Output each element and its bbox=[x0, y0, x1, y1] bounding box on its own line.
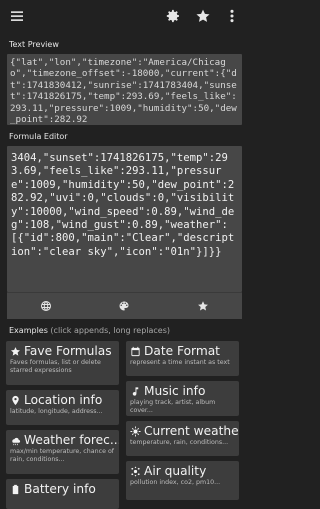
sun-icon bbox=[130, 425, 141, 437]
air-quality-icon bbox=[131, 466, 140, 476]
weather-cloud-icon bbox=[12, 437, 21, 445]
card-title-text: Battery info bbox=[24, 482, 96, 496]
text-preview-box: {"lat","lon","timezone":"America/Chicago… bbox=[7, 54, 242, 125]
formula-editor-toolbar bbox=[7, 292, 242, 319]
text-preview-label: Text Preview bbox=[9, 40, 59, 49]
card-title-text: Music info bbox=[144, 384, 206, 398]
card-description: represent a time instant as text bbox=[130, 359, 230, 366]
location-pin-icon bbox=[12, 395, 19, 405]
example-card-battery-info[interactable]: Battery info bbox=[6, 479, 119, 509]
card-title-text: Date Format bbox=[144, 344, 220, 358]
vertical-dots-icon[interactable] bbox=[223, 7, 241, 25]
card-title: Date Format bbox=[130, 344, 235, 358]
battery-icon bbox=[12, 484, 19, 494]
card-title-text: Fave Formulas bbox=[24, 344, 112, 358]
card-title: Current weather bbox=[130, 424, 239, 438]
card-title: Weather forec... bbox=[10, 433, 119, 447]
example-card-fave-formulas[interactable]: Fave Formulas Faves formulas, list or de… bbox=[6, 341, 119, 385]
example-card-location-info[interactable]: Location info latitude, longitude, addre… bbox=[6, 390, 119, 425]
star-icon bbox=[11, 346, 20, 356]
card-title-text: Air quality bbox=[144, 464, 207, 478]
star-icon[interactable] bbox=[164, 293, 242, 319]
formula-editor-input[interactable]: 3404,"sunset":1741826175,"temp":293.69,"… bbox=[7, 146, 242, 292]
star-icon[interactable] bbox=[194, 7, 212, 25]
card-title-text: Current weather bbox=[144, 424, 239, 438]
card-title: Location info bbox=[10, 393, 115, 407]
card-description: pollution index, co2, pm10... bbox=[130, 479, 221, 486]
example-card-current-weather[interactable]: Current weather temperature, rain, condi… bbox=[126, 421, 239, 456]
card-description: max/min temperature, chance of rain, con… bbox=[10, 448, 115, 463]
palette-icon[interactable] bbox=[85, 293, 163, 319]
card-title: Battery info bbox=[10, 482, 115, 496]
examples-label: Examples (click appends, long replaces) bbox=[9, 326, 170, 335]
calendar-icon bbox=[131, 346, 140, 356]
example-card-date-format[interactable]: Date Format represent a time instant as … bbox=[126, 341, 239, 376]
hamburger-menu-icon[interactable] bbox=[8, 7, 26, 25]
card-title: Music info bbox=[130, 384, 235, 398]
music-note-icon bbox=[132, 386, 139, 396]
example-card-music-info[interactable]: Music info playing track, artist, album … bbox=[126, 381, 239, 416]
top-app-bar bbox=[0, 0, 249, 32]
card-description: Faves formulas, list or delete starred e… bbox=[10, 359, 101, 374]
examples-title: Examples bbox=[9, 326, 48, 335]
gear-icon[interactable] bbox=[164, 7, 182, 25]
globe-icon[interactable] bbox=[7, 293, 85, 319]
formula-editor-label: Formula Editor bbox=[9, 132, 68, 141]
card-description: temperature, rain, conditions... bbox=[130, 439, 229, 446]
card-title-text: Location info bbox=[24, 393, 103, 407]
card-title: Fave Formulas bbox=[10, 344, 115, 358]
card-title-text: Weather forec... bbox=[24, 433, 119, 447]
card-title: Air quality bbox=[130, 464, 235, 478]
example-card-air-quality[interactable]: Air quality pollution index, co2, pm10..… bbox=[126, 461, 239, 500]
card-description: playing track, artist, album cover... bbox=[130, 399, 216, 414]
examples-hint: (click appends, long replaces) bbox=[50, 326, 170, 335]
card-description: latitude, longitude, address... bbox=[10, 408, 103, 415]
example-card-weather-forecast[interactable]: Weather forec... max/min temperature, ch… bbox=[6, 430, 119, 474]
